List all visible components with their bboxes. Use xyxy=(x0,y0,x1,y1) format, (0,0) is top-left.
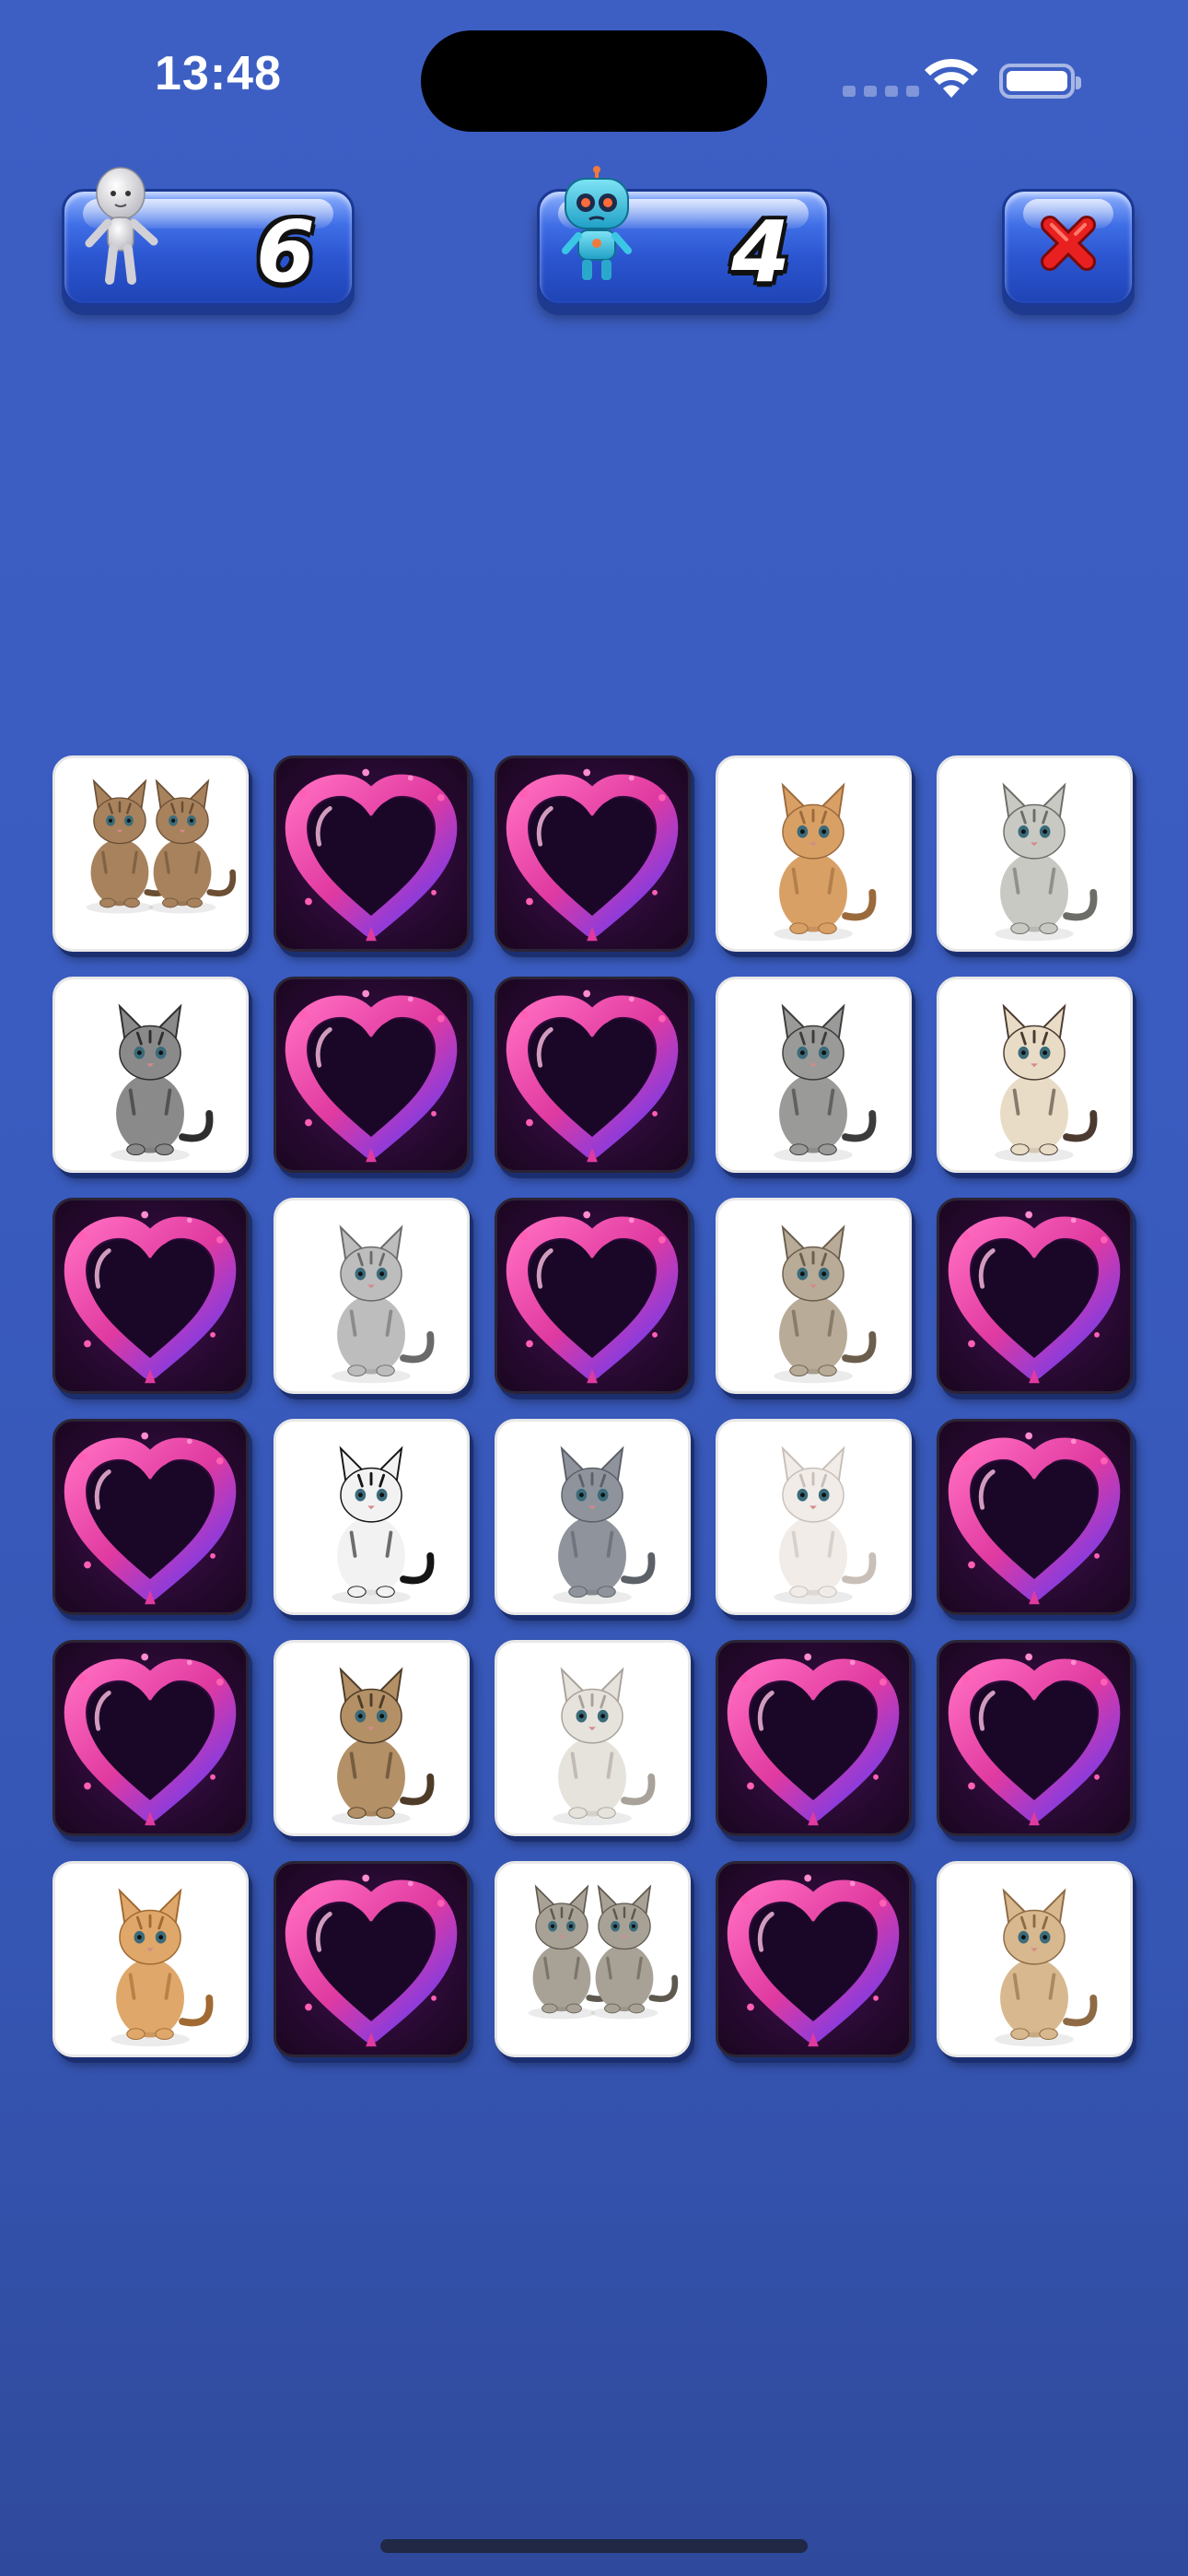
card-back-heart[interactable] xyxy=(937,1640,1133,1836)
card-back-heart[interactable] xyxy=(716,1861,912,2057)
heart-icon xyxy=(939,1643,1130,1833)
heart-icon xyxy=(276,758,467,949)
cat-image-icon xyxy=(995,1003,1098,1163)
card-face-orange-kitten[interactable] xyxy=(716,755,912,952)
cat-image-icon xyxy=(332,1224,435,1384)
battery-icon xyxy=(999,64,1081,99)
card-back-heart[interactable] xyxy=(52,1419,249,1615)
card-back-heart[interactable] xyxy=(274,977,470,1173)
card-back-heart[interactable] xyxy=(716,1640,912,1836)
card-back-heart[interactable] xyxy=(274,755,470,952)
card-face-tabby-cat-sitting[interactable] xyxy=(716,1198,912,1394)
heart-icon xyxy=(497,1200,688,1391)
wifi-icon xyxy=(925,58,978,98)
card-back-heart[interactable] xyxy=(937,1419,1133,1615)
card-face-black-white-kitten[interactable] xyxy=(274,1419,470,1615)
cat-image-icon xyxy=(332,1667,435,1826)
heart-icon xyxy=(718,1864,909,2055)
cat-image-icon xyxy=(995,782,1098,942)
cat-image-icon xyxy=(111,1003,214,1163)
heart-icon xyxy=(718,1643,909,1833)
cat-image-icon xyxy=(528,1884,679,2020)
cat-image-icon xyxy=(774,782,877,942)
card-face-white-persian-cat[interactable] xyxy=(716,1419,912,1615)
card-face-tabby-kitten-lying[interactable] xyxy=(274,1640,470,1836)
cat-image-icon xyxy=(774,1003,877,1163)
cat-image-icon xyxy=(553,1667,656,1826)
card-back-heart[interactable] xyxy=(495,755,691,952)
cat-image-icon xyxy=(995,1888,1098,2047)
card-face-silver-tabby-sitting[interactable] xyxy=(274,1198,470,1394)
heart-icon xyxy=(276,1864,467,2055)
card-back-heart[interactable] xyxy=(495,977,691,1173)
heart-icon xyxy=(55,1643,246,1833)
status-time: 13:48 xyxy=(155,47,282,100)
robot-icon xyxy=(562,166,632,280)
home-indicator[interactable] xyxy=(380,2539,808,2553)
card-face-two-tabby-kittens[interactable] xyxy=(52,755,249,952)
cat-image-icon xyxy=(111,1888,214,2047)
card-back-heart[interactable] xyxy=(937,1198,1133,1394)
card-back-heart[interactable] xyxy=(52,1198,249,1394)
player-score: 6 xyxy=(255,203,315,301)
robot-score: 4 xyxy=(730,203,790,301)
card-face-white-fluffy-cat[interactable] xyxy=(495,1640,691,1836)
cat-image-icon xyxy=(553,1446,656,1605)
cat-image-icon xyxy=(332,1446,435,1605)
heart-icon xyxy=(497,979,688,1170)
heart-icon xyxy=(276,979,467,1170)
heart-icon xyxy=(55,1422,246,1612)
heart-icon xyxy=(939,1200,1130,1391)
heart-icon xyxy=(497,758,688,949)
cat-image-icon xyxy=(86,779,237,914)
close-x-icon[interactable] xyxy=(1039,214,1098,273)
card-face-siamese-cat[interactable] xyxy=(937,977,1133,1173)
heart-icon xyxy=(939,1422,1130,1612)
card-back-heart[interactable] xyxy=(52,1640,249,1836)
cat-image-icon xyxy=(774,1446,877,1605)
human-figure-icon xyxy=(85,167,158,285)
card-back-heart[interactable] xyxy=(495,1198,691,1394)
cat-image-icon xyxy=(774,1224,877,1384)
card-face-spotted-bengal-cat[interactable] xyxy=(937,755,1133,952)
card-back-heart[interactable] xyxy=(274,1861,470,2057)
card-face-cream-cat-standing[interactable] xyxy=(937,1861,1133,2057)
dynamic-island xyxy=(421,30,767,132)
heart-icon xyxy=(55,1200,246,1391)
card-face-fluffy-gray-kitten[interactable] xyxy=(52,977,249,1173)
card-face-two-gray-kittens[interactable] xyxy=(495,1861,691,2057)
card-face-ginger-kitten[interactable] xyxy=(52,1861,249,2057)
game-board xyxy=(52,755,1133,2057)
cellular-signal-icon xyxy=(843,86,919,97)
card-face-british-shorthair[interactable] xyxy=(495,1419,691,1615)
card-face-gray-tabby-kitten[interactable] xyxy=(716,977,912,1173)
